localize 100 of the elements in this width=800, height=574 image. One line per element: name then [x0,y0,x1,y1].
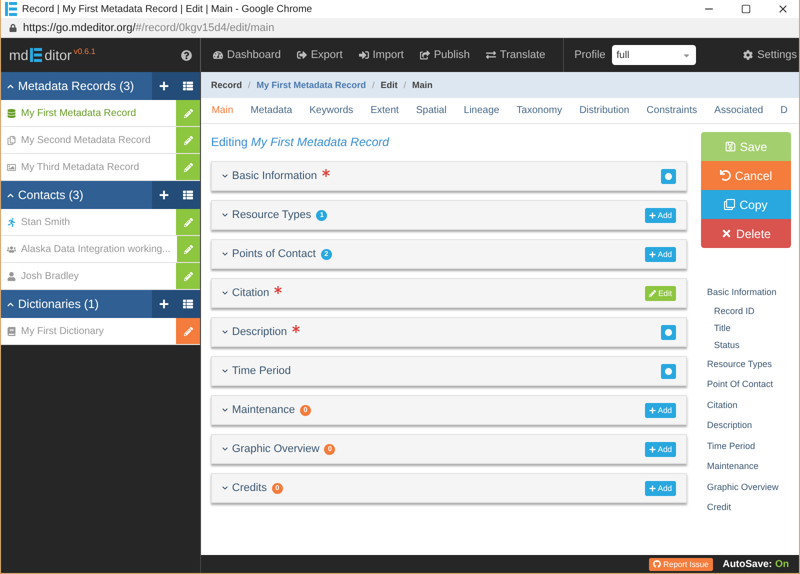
tab[interactable]: Distribution [570,98,638,124]
export-icon [296,50,307,60]
chevron-up-icon [7,300,14,308]
group-toggle[interactable]: Metadata Records (3) [1,72,152,100]
section-toggle[interactable]: Citation [222,287,270,299]
section-toggle[interactable]: Basic Information [222,170,317,182]
nav-link[interactable]: Resource Types [707,354,791,374]
logo-text: md [9,47,28,63]
settings-icon [743,50,754,60]
nav-link[interactable]: Basic Information [707,282,791,302]
import-icon [358,50,369,60]
section-toggle[interactable]: Credits [222,482,267,494]
tab[interactable]: Lineage [455,98,508,124]
group-toggle[interactable]: Dictionaries (1) [1,290,152,318]
settings-button[interactable]: Settings [735,38,799,72]
group-toggle[interactable]: Contacts (3) [1,181,152,209]
help-icon[interactable] [181,50,192,60]
nav-link[interactable]: Credit [707,497,791,518]
copy-icon [724,199,736,210]
plus-icon [648,250,656,258]
pencil-icon [184,272,192,280]
chevron-down-icon [222,212,228,218]
profile-select[interactable]: full [612,45,696,65]
github-icon [653,560,662,568]
add-button[interactable] [152,72,176,100]
page-heading: Editing My First Metadata Record [211,134,390,151]
section-toggle[interactable]: Description [222,326,288,338]
delete-button[interactable]: Delete [701,219,791,248]
section-toggle[interactable]: Resource Types [222,209,312,221]
breadcrumb-text: Main [412,80,433,90]
nav-link[interactable]: Time Period [707,436,791,456]
nav-link[interactable]: Graphic Overview [707,476,791,497]
undo-icon [720,170,731,181]
toggle-button[interactable] [661,168,676,184]
autosave-label: AutoSave: [722,559,772,570]
nav-link[interactable]: Maintenance [707,456,791,476]
nav-link[interactable]: Title [707,320,791,336]
tab[interactable]: Associated [706,98,772,124]
url-path: #/record/0kgv15d4/edit/main [136,22,274,34]
section-toggle[interactable]: Points of Contact [222,248,316,260]
chevron-down-icon [222,446,228,452]
section-toggle[interactable]: Graphic Overview [222,443,320,455]
plus-icon [159,299,169,309]
toolbar-button[interactable]: Dashboard [205,38,289,72]
list-icon [183,81,193,91]
tab[interactable]: Keywords [300,98,362,124]
version-label: v0.6.1 [74,47,96,56]
nav-link[interactable]: Status [707,336,791,354]
chevron-up-icon [7,82,14,90]
breadcrumb-link[interactable]: My First Metadata Record [256,80,366,90]
autosave-status: On [775,559,789,570]
tab[interactable]: Extent [362,98,408,124]
nav-link[interactable]: Record ID [707,302,791,320]
list-icon [183,190,193,200]
list-button[interactable] [176,72,200,100]
nav-link[interactable]: Description [707,415,791,436]
tab[interactable]: Metadata [242,98,301,124]
database-icon [7,108,16,118]
nav-link[interactable]: Point Of Contact [707,374,791,394]
edit-button[interactable] [176,127,200,153]
nav-link[interactable]: Citation [707,394,791,415]
breadcrumb-text: Record [211,80,242,90]
list-icon [183,299,193,309]
logo-icon [5,2,17,16]
pencil-icon [184,136,192,144]
chevron-down-icon [222,251,228,257]
toolbar-button[interactable]: Import [350,38,412,72]
list-button[interactable] [176,181,200,209]
chevron-down-icon [222,485,228,491]
save-icon [724,141,736,152]
section-toggle[interactable]: Time Period [222,365,291,377]
tab[interactable]: Taxonomy [508,98,571,124]
add-button[interactable] [152,290,176,318]
plus-icon [159,190,169,200]
toggle-button[interactable] [661,364,676,378]
tab[interactable]: Constraints [638,98,706,124]
add-button[interactable] [152,181,176,209]
tab[interactable]: Spatial [407,98,456,124]
plus-icon [648,446,656,452]
toggle-button[interactable] [661,324,676,340]
pencil-icon [184,218,192,226]
pencil-icon [649,290,656,296]
breadcrumb-separator: / [248,80,251,90]
close-icon [721,228,732,239]
toolbar-button[interactable]: Publish [412,38,478,72]
chevron-down-icon [222,290,228,296]
edit-button[interactable] [176,236,200,262]
list-button[interactable] [176,290,200,318]
lock-icon [9,24,17,32]
share-icon [420,50,430,60]
breadcrumb-separator: / [404,80,406,90]
book-icon [7,326,16,336]
exchange-icon [486,50,496,60]
section-toggle[interactable]: Maintenance [222,404,295,416]
profile-label: Profile [574,49,606,61]
plus-icon [159,81,169,91]
tab[interactable]: D [772,98,796,124]
toolbar-button[interactable]: Translate [478,38,554,72]
toolbar-button[interactable]: Export [288,38,351,72]
address-bar[interactable]: https://go.mdeditor.org/#/record/0kgv15d4/edit/main [1,18,799,38]
